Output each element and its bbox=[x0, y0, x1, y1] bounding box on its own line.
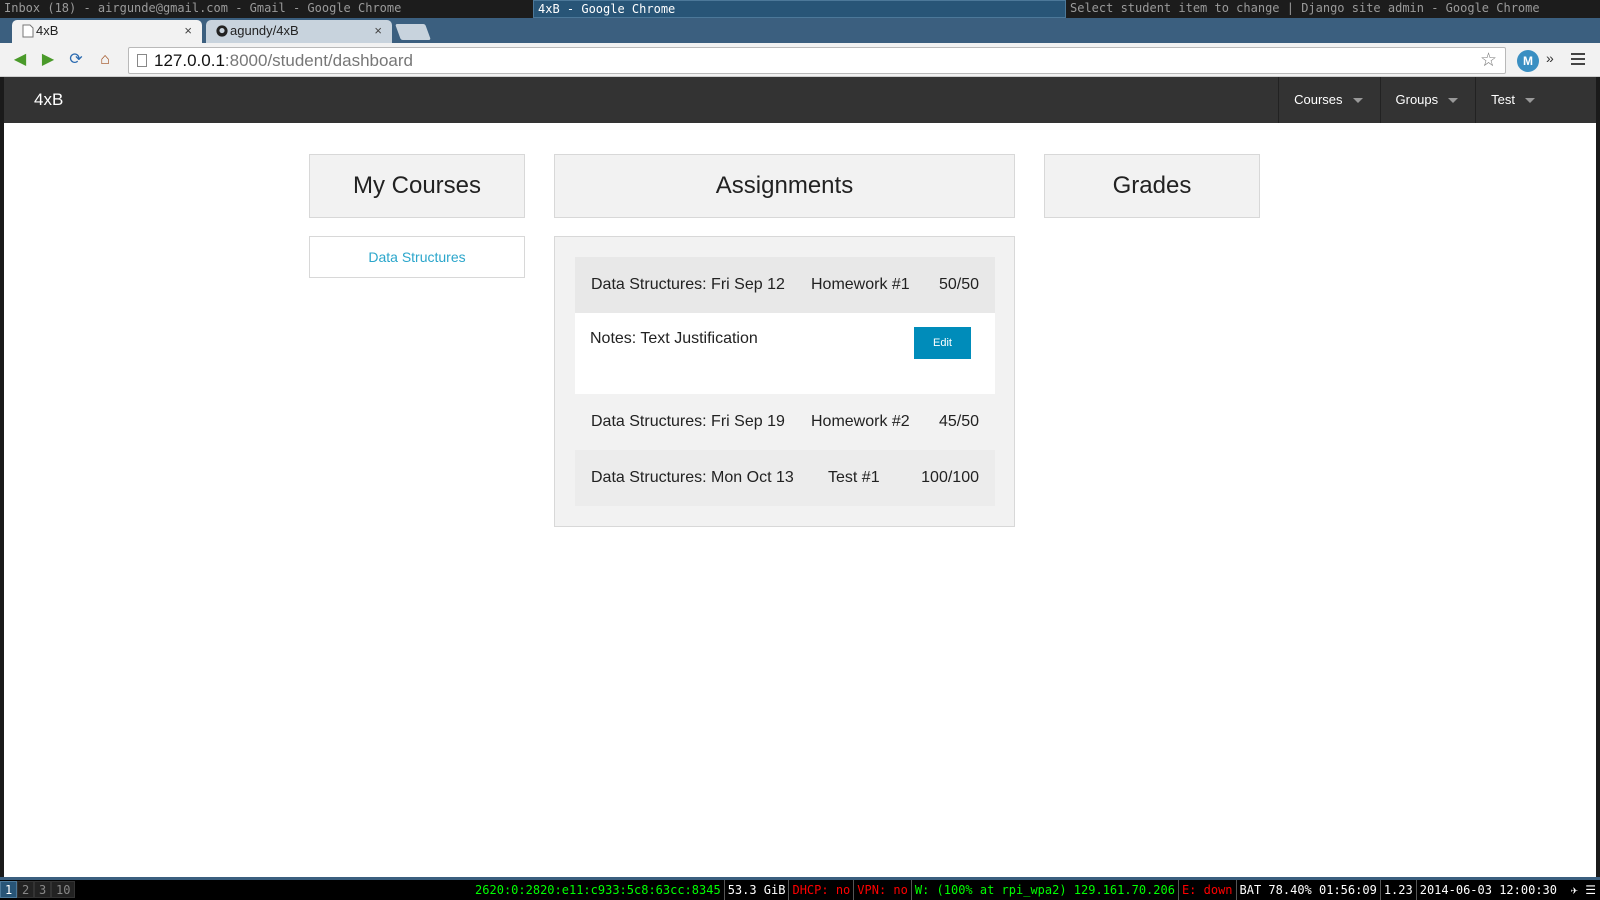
chrome-menu-icon[interactable] bbox=[1571, 53, 1585, 65]
wm-window-django-admin[interactable]: Select student item to change | Django s… bbox=[1066, 0, 1600, 18]
assignment-title: Homework #2 bbox=[811, 413, 910, 430]
nav-test-dropdown[interactable]: Test bbox=[1475, 77, 1552, 123]
nav-label: Test bbox=[1491, 92, 1515, 107]
status-items: 2620:0:2820:e11:c933:5c8:63cc:8345 53.3 … bbox=[472, 880, 1560, 900]
assignment-title: Homework #1 bbox=[811, 276, 910, 293]
nav-label: Courses bbox=[1294, 92, 1343, 107]
page-icon bbox=[137, 54, 147, 67]
close-tab-icon[interactable]: × bbox=[184, 20, 192, 42]
window-manager-bar: Inbox (18) - airgunde@gmail.com - Gmail … bbox=[0, 0, 1600, 18]
course-link-data-structures[interactable]: Data Structures bbox=[309, 236, 525, 278]
nav-courses-dropdown[interactable]: Courses bbox=[1278, 77, 1379, 123]
forward-arrow-icon[interactable]: ▶ bbox=[38, 50, 58, 70]
nav-label: Groups bbox=[1395, 92, 1439, 107]
reload-icon[interactable]: ⟳ bbox=[66, 50, 86, 70]
url-path: :8000/student/dashboard bbox=[224, 51, 414, 70]
my-courses-heading: My Courses bbox=[309, 154, 525, 218]
tab-agundy-4xb[interactable]: agundy/4xB × bbox=[206, 20, 392, 43]
assignment-row[interactable]: Data Structures: Fri Sep 19 Homework #2 … bbox=[575, 394, 995, 450]
workspace-2[interactable]: 2 bbox=[17, 881, 35, 898]
ethernet-status: E: down bbox=[1177, 880, 1236, 900]
new-tab-button[interactable] bbox=[395, 24, 431, 40]
github-icon bbox=[216, 25, 228, 37]
page-icon bbox=[22, 24, 34, 38]
tab-label: 4xB bbox=[36, 23, 59, 38]
vpn-status: VPN: no bbox=[853, 880, 911, 900]
ipv6-status: 2620:0:2820:e11:c933:5c8:63cc:8345 bbox=[475, 883, 721, 897]
wm-window-gmail[interactable]: Inbox (18) - airgunde@gmail.com - Gmail … bbox=[0, 0, 533, 18]
workspace-10[interactable]: 10 bbox=[51, 881, 76, 898]
assignment-score: 50/50 bbox=[938, 276, 979, 293]
assignment-date: Data Structures: Mon Oct 13 bbox=[591, 469, 794, 486]
nav-menu: Courses Groups Test bbox=[1278, 77, 1552, 123]
assignment-date: Data Structures: Fri Sep 12 bbox=[591, 276, 785, 293]
page-viewport: 4xB Courses Groups Test My Courses Assig… bbox=[4, 77, 1596, 880]
workspace-1[interactable]: 1 bbox=[0, 881, 18, 898]
assignment-score: 100/100 bbox=[921, 469, 979, 486]
notes-text: Notes: Text Justification bbox=[590, 330, 758, 347]
browser-toolbar: ◀ ▶ ⟳ ⌂ 127.0.0.1:8000/student/dashboard… bbox=[0, 43, 1600, 77]
assignment-date: Data Structures: Fri Sep 19 bbox=[591, 413, 785, 430]
load-status: 1.23 bbox=[1379, 880, 1416, 900]
assignment-title: Test #1 bbox=[828, 469, 880, 486]
assignment-row[interactable]: Data Structures: Mon Oct 13 Test #1 100/… bbox=[575, 450, 995, 506]
workspace-3[interactable]: 3 bbox=[34, 881, 52, 898]
assignment-notes: Notes: Text Justification Edit bbox=[575, 313, 995, 394]
wm-window-4xb[interactable]: 4xB - Google Chrome bbox=[533, 0, 1066, 18]
wifi-status: W: (100% at rpi_wpa2) 129.161.70.206 bbox=[910, 880, 1178, 900]
bookmark-star-icon[interactable]: ☆ bbox=[1480, 48, 1497, 73]
caret-down-icon bbox=[1525, 97, 1535, 103]
tab-strip: 4xB × agundy/4xB × bbox=[0, 18, 1600, 43]
address-bar[interactable]: 127.0.0.1:8000/student/dashboard ☆ bbox=[128, 47, 1506, 74]
battery-status: BAT 78.40% 01:56:09 bbox=[1235, 880, 1380, 900]
assignments-panel: Data Structures: Fri Sep 12 Homework #1 … bbox=[554, 236, 1015, 527]
extension-icon[interactable]: M bbox=[1517, 50, 1539, 72]
top-navbar: 4xB Courses Groups Test bbox=[4, 77, 1596, 123]
back-arrow-icon[interactable]: ◀ bbox=[10, 50, 30, 70]
caret-down-icon bbox=[1448, 97, 1459, 103]
caret-down-icon bbox=[1352, 97, 1363, 103]
grades-heading: Grades bbox=[1044, 154, 1260, 218]
assignment-score: 45/50 bbox=[938, 413, 979, 430]
tab-4xb[interactable]: 4xB × bbox=[12, 20, 202, 43]
tab-label: agundy/4xB bbox=[230, 23, 299, 38]
assignment-row[interactable]: Data Structures: Fri Sep 12 Homework #1 … bbox=[575, 257, 995, 313]
home-icon[interactable]: ⌂ bbox=[95, 50, 115, 70]
dhcp-status: DHCP: no bbox=[788, 880, 853, 900]
close-tab-icon[interactable]: × bbox=[374, 20, 382, 42]
brand-link[interactable]: 4xB bbox=[34, 77, 63, 123]
datetime-status: 2014-06-03 12:00:30 bbox=[1415, 880, 1560, 900]
nav-groups-dropdown[interactable]: Groups bbox=[1379, 77, 1476, 123]
edit-notes-button[interactable]: Edit bbox=[914, 327, 971, 359]
extensions-overflow-icon[interactable]: » bbox=[1546, 50, 1554, 66]
tray-icons[interactable]: ✈ ☰ bbox=[1571, 880, 1596, 900]
disk-status: 53.3 GiB bbox=[723, 880, 789, 900]
url-host: 127.0.0.1 bbox=[154, 51, 225, 70]
assignments-heading: Assignments bbox=[554, 154, 1015, 218]
status-bar: 1 2 3 10 2620:0:2820:e11:c933:5c8:63cc:8… bbox=[0, 880, 1600, 900]
